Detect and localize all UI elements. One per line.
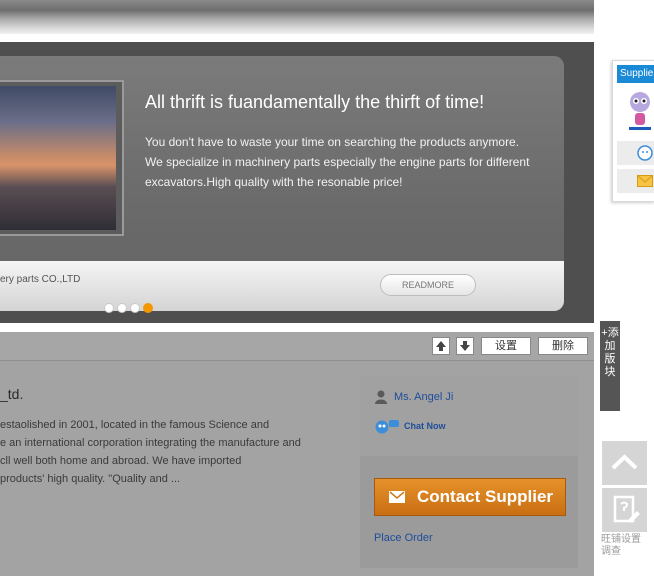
contact-box: Ms. Angel Ji Chat Now Contact Supplier P… [360, 376, 578, 568]
slide-dot-2[interactable] [117, 303, 127, 313]
banner-company-caption: ery parts CO.,LTD [0, 274, 81, 285]
edit-note-icon [613, 495, 640, 523]
slide-dot-4[interactable] [143, 303, 153, 313]
banner-panel: All thrift is fuandamentally the thirft … [0, 56, 564, 311]
banner-body-line: excavators.High quality with the resonab… [145, 175, 403, 189]
arrow-up-icon [436, 341, 446, 351]
supplier-side-widget: Supplie [612, 60, 654, 202]
side-chat-row[interactable] [617, 141, 654, 165]
survey-label[interactable]: 旺铺设置调查 [601, 534, 641, 558]
banner-body-line: We specialize in machinery parts especia… [145, 155, 530, 169]
banner-headline: All thrift is fuandamentally the thirft … [145, 92, 485, 112]
arrow-down-icon [460, 341, 470, 351]
readmore-button[interactable]: READMORE [380, 274, 476, 296]
delete-button[interactable]: 删除 [538, 337, 588, 355]
top-header-bar [0, 0, 594, 34]
chat-now-label[interactable]: Chat Now [404, 421, 446, 431]
move-down-button[interactable] [456, 337, 474, 355]
slide-dot-3[interactable] [130, 303, 140, 313]
contact-person: Ms. Angel Ji [374, 390, 453, 404]
banner-footer [0, 261, 564, 311]
company-description-line: products' high quality. "Quality and ... [0, 473, 181, 485]
chat-icon [637, 145, 653, 161]
move-up-button[interactable] [432, 337, 450, 355]
module-toolbar: 设置 删除 [0, 332, 594, 361]
add-block-button[interactable]: +添加版块 [600, 321, 620, 411]
envelope-icon [389, 491, 405, 503]
banner-section: All thrift is fuandamentally the thirft … [0, 42, 594, 323]
back-to-top-button[interactable] [602, 441, 647, 485]
side-widget-title: Supplie [617, 65, 654, 83]
slide-indicator [104, 303, 153, 313]
person-icon [375, 390, 387, 404]
contact-supplier-label: Contact Supplier [417, 487, 554, 506]
place-order-link[interactable]: Place Order [374, 532, 433, 544]
banner-photo-frame [0, 80, 124, 236]
chat-now-link[interactable]: Chat Now [374, 418, 446, 434]
company-description: estaolished in 2001, located in the famo… [0, 416, 350, 488]
company-description-line: e an international corporation integrati… [0, 437, 301, 449]
contact-supplier-button[interactable]: Contact Supplier [374, 478, 566, 516]
contact-person-panel [360, 376, 578, 456]
company-title: _td. [0, 386, 24, 402]
chat-bubble-icon [375, 420, 399, 434]
banner-body-line: You don't have to waste your time on sea… [145, 135, 520, 149]
side-message-row[interactable] [617, 169, 654, 193]
chevron-up-icon [611, 454, 638, 470]
sunset-photo [0, 86, 116, 230]
company-description-line: estaolished in 2001, located in the famo… [0, 419, 270, 431]
settings-button[interactable]: 设置 [481, 337, 531, 355]
company-module: 设置 删除 _td. estaolished in 2001, located … [0, 332, 594, 576]
contact-person-name[interactable]: Ms. Angel Ji [394, 391, 453, 403]
banner-body: You don't have to waste your time on sea… [145, 132, 555, 192]
slide-dot-1[interactable] [104, 303, 114, 313]
company-description-line: cll well both home and abroad. We have i… [0, 455, 242, 467]
mail-icon [637, 175, 653, 187]
survey-button[interactable] [602, 488, 647, 532]
mascot-icon [629, 92, 651, 130]
